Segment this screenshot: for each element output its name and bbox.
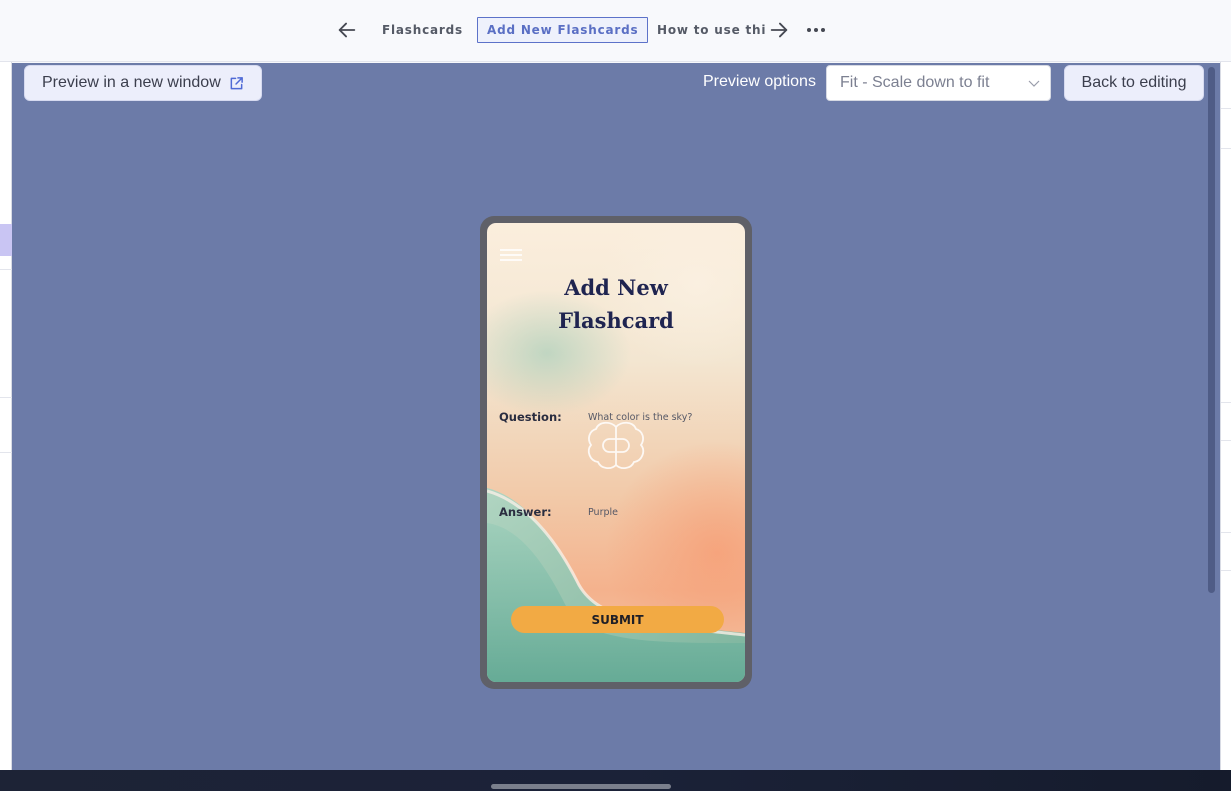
tab-flashcards[interactable]: Flashcards xyxy=(382,17,463,43)
question-label: Question: xyxy=(499,410,562,424)
bottom-taskbar xyxy=(0,770,1231,791)
hamburger-menu-icon[interactable] xyxy=(500,249,522,261)
preview-new-window-button[interactable]: Preview in a new window xyxy=(24,65,262,101)
app-title: Add New Flashcard xyxy=(487,271,745,337)
tab-bar: Flashcards Add New Flashcards How to use… xyxy=(0,0,1231,62)
submit-button[interactable]: SUBMIT xyxy=(511,606,724,633)
preview-canvas: Preview in a new window Preview options … xyxy=(12,63,1220,770)
answer-label: Answer: xyxy=(499,505,552,519)
more-horizontal-icon[interactable] xyxy=(803,17,829,43)
preview-options-select[interactable]: Fit - Scale down to fit xyxy=(826,65,1051,101)
brain-icon xyxy=(587,421,645,469)
phone-device-frame: Add New Flashcard Question: What color i… xyxy=(480,216,752,689)
external-link-icon xyxy=(230,77,243,90)
preview-new-window-label: Preview in a new window xyxy=(42,74,221,91)
left-editor-strip xyxy=(0,62,12,770)
tab-add-new-flashcards[interactable]: Add New Flashcards xyxy=(477,17,649,43)
app-title-line2: Flashcard xyxy=(558,308,674,333)
back-to-editing-button[interactable]: Back to editing xyxy=(1064,65,1204,101)
preview-scrollbar[interactable] xyxy=(1208,67,1215,593)
preview-options-label: Preview options xyxy=(703,73,816,90)
right-editor-strip xyxy=(1220,62,1231,770)
arrow-right-icon[interactable] xyxy=(766,17,792,43)
app-title-line1: Add New xyxy=(564,275,668,300)
chevron-down-icon xyxy=(1028,80,1040,87)
selected-item-accent xyxy=(0,224,12,256)
arrow-left-icon[interactable] xyxy=(334,17,360,43)
tab-how-to-use[interactable]: How to use thi xyxy=(657,17,766,43)
resize-handle[interactable] xyxy=(491,784,671,789)
app-screen: Add New Flashcard Question: What color i… xyxy=(487,223,745,682)
answer-input[interactable]: Purple xyxy=(588,507,618,518)
preview-options-value: Fit - Scale down to fit xyxy=(840,74,990,91)
